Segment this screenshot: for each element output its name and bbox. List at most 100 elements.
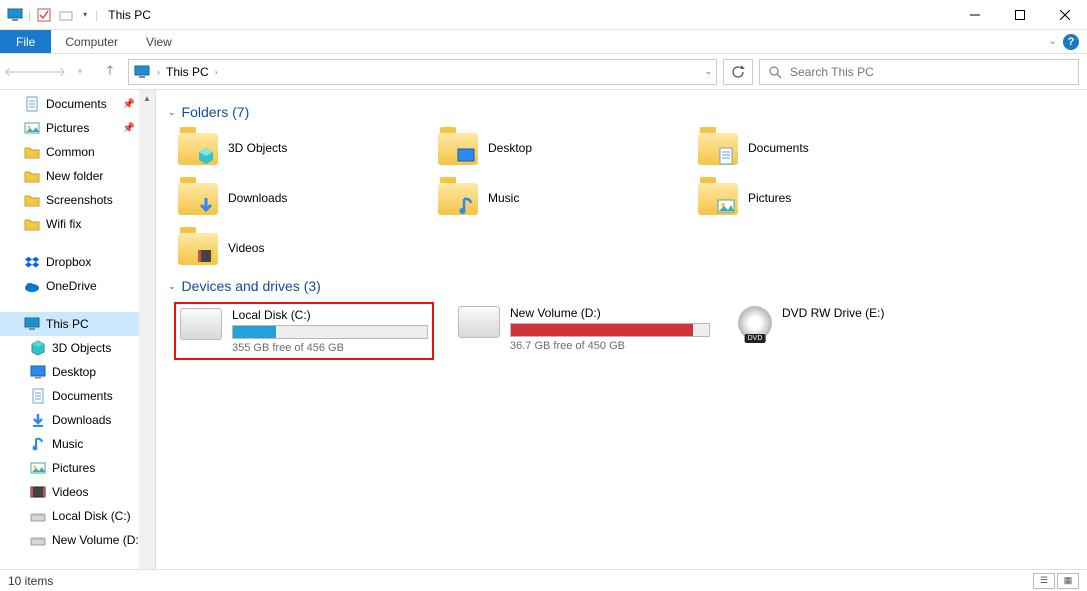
folder-icon	[24, 192, 40, 208]
qat-newfolder-icon[interactable]	[57, 6, 75, 24]
tab-file[interactable]: File	[0, 30, 51, 53]
chevron-right-icon[interactable]: ›	[215, 67, 218, 77]
sidebar: Documents 📌 Pictures 📌 Common New folder…	[0, 90, 156, 580]
address-bar[interactable]: › This PC › ⌄	[128, 59, 717, 85]
sidebar-item-videos[interactable]: Videos	[0, 480, 155, 504]
sidebar-item-desktop[interactable]: Desktop	[0, 360, 155, 384]
tab-view[interactable]: View	[132, 30, 186, 53]
qat-dropdown-icon[interactable]: ▾	[79, 10, 91, 19]
folder-icon	[178, 228, 218, 268]
help-icon[interactable]: ?	[1063, 34, 1079, 50]
folder-label: Pictures	[748, 191, 791, 205]
sidebar-item-new-folder[interactable]: New folder	[0, 164, 155, 188]
drive-dvd-rw-drive-e-[interactable]: DVD RW Drive (E:)	[734, 302, 994, 360]
close-button[interactable]	[1042, 0, 1087, 30]
drive-local-disk-c-[interactable]: Local Disk (C:) 355 GB free of 456 GB	[174, 302, 434, 360]
maximize-button[interactable]	[997, 0, 1042, 30]
pin-icon: 📌	[123, 123, 135, 134]
folder-label: Music	[488, 191, 519, 205]
folder-desktop[interactable]: Desktop	[438, 128, 688, 168]
sidebar-item-label: Pictures	[46, 121, 89, 135]
search-placeholder: Search This PC	[790, 65, 874, 79]
sidebar-item-onedrive[interactable]: OneDrive	[0, 274, 155, 298]
view-large-button[interactable]: ▦	[1057, 573, 1079, 589]
main-pane: ⌄ Folders (7) 3D Objects Desktop Documen…	[156, 90, 1087, 580]
folder-label: Documents	[748, 141, 809, 155]
up-button[interactable]: 🡑	[98, 60, 122, 84]
sidebar-item-label: Documents	[46, 97, 107, 111]
sidebar-item-local-disk-c-[interactable]: Local Disk (C:)	[0, 504, 155, 528]
folder-videos[interactable]: Videos	[178, 228, 428, 268]
drive-new-volume-d-[interactable]: New Volume (D:) 36.7 GB free of 450 GB	[454, 302, 714, 360]
section-folders-label: Folders (7)	[182, 104, 250, 120]
folder-downloads[interactable]: Downloads	[178, 178, 428, 218]
down-icon	[196, 196, 216, 216]
drive-label: Local Disk (C:)	[232, 308, 428, 322]
section-drives[interactable]: ⌄ Devices and drives (3)	[168, 278, 1075, 294]
sidebar-item-label: Videos	[52, 485, 88, 499]
sidebar-item-downloads[interactable]: Downloads	[0, 408, 155, 432]
recent-dropdown-icon[interactable]: ▾	[68, 60, 92, 84]
dropbox-icon	[24, 254, 40, 270]
statusbar: 10 items ☰ ▦	[0, 569, 1087, 591]
sidebar-item-screenshots[interactable]: Screenshots	[0, 188, 155, 212]
sidebar-item-documents[interactable]: Documents	[0, 384, 155, 408]
qat-separator: |	[95, 8, 98, 22]
view-details-button[interactable]: ☰	[1033, 573, 1055, 589]
folder-icon	[698, 178, 738, 218]
sidebar-scrollbar[interactable]: ▲ ▼	[139, 90, 155, 580]
sidebar-item-documents[interactable]: Documents 📌	[0, 92, 155, 116]
chevron-down-icon: ⌄	[168, 281, 176, 292]
sidebar-item-label: Local Disk (C:)	[52, 509, 131, 523]
desktop-icon	[456, 146, 476, 166]
drive-label: New Volume (D:)	[510, 306, 710, 320]
status-text: 10 items	[8, 574, 53, 588]
address-dropdown-icon[interactable]: ⌄	[704, 66, 712, 77]
sidebar-item-common[interactable]: Common	[0, 140, 155, 164]
search-input[interactable]: Search This PC	[759, 59, 1079, 85]
desktop-icon	[30, 364, 46, 380]
sidebar-item-music[interactable]: Music	[0, 432, 155, 456]
folder-icon	[438, 128, 478, 168]
sidebar-item-dropbox[interactable]: Dropbox	[0, 250, 155, 274]
sidebar-item-label: Documents	[52, 389, 113, 403]
navbar: 🡐 🡒 ▾ 🡑 › This PC › ⌄ Search This PC	[0, 54, 1087, 90]
pic-icon	[30, 460, 46, 476]
search-icon	[768, 65, 782, 79]
minimize-button[interactable]	[952, 0, 997, 30]
chevron-right-icon[interactable]: ›	[157, 67, 160, 77]
sidebar-item-pictures[interactable]: Pictures 📌	[0, 116, 155, 140]
sidebar-item-wifi-fix[interactable]: Wifi fix	[0, 212, 155, 236]
folder-pictures[interactable]: Pictures	[698, 178, 948, 218]
sidebar-item-label: Pictures	[52, 461, 95, 475]
disk-icon	[180, 308, 222, 340]
scroll-up-icon[interactable]: ▲	[139, 90, 155, 106]
disk-icon	[30, 532, 46, 548]
folder-icon	[24, 216, 40, 232]
sidebar-item-thispc[interactable]: This PC	[0, 312, 155, 336]
sidebar-item-label: Screenshots	[46, 193, 113, 207]
window-title: This PC	[108, 8, 151, 22]
folder-3d-objects[interactable]: 3D Objects	[178, 128, 428, 168]
forward-button[interactable]: 🡒	[38, 60, 62, 84]
folder-label: Downloads	[228, 191, 287, 205]
section-folders[interactable]: ⌄ Folders (7)	[168, 104, 1075, 120]
folder-label: 3D Objects	[228, 141, 287, 155]
sidebar-item-label: Dropbox	[46, 255, 91, 269]
pic-icon	[24, 120, 40, 136]
vid-icon	[196, 246, 216, 266]
folder-icon	[24, 168, 40, 184]
titlebar: | ▾ | This PC	[0, 0, 1087, 30]
folder-music[interactable]: Music	[438, 178, 688, 218]
down-icon	[30, 412, 46, 428]
qat-properties-icon[interactable]	[35, 6, 53, 24]
back-button[interactable]: 🡐	[8, 60, 32, 84]
tab-computer[interactable]: Computer	[51, 30, 132, 53]
sidebar-item-pictures[interactable]: Pictures	[0, 456, 155, 480]
ribbon-expand-icon[interactable]: ⌄	[1049, 36, 1057, 47]
sidebar-item-new-volume-d-[interactable]: New Volume (D:	[0, 528, 155, 552]
folder-documents[interactable]: Documents	[698, 128, 948, 168]
breadcrumb[interactable]: This PC	[166, 65, 209, 79]
sidebar-item-3d-objects[interactable]: 3D Objects	[0, 336, 155, 360]
refresh-button[interactable]	[723, 59, 753, 85]
